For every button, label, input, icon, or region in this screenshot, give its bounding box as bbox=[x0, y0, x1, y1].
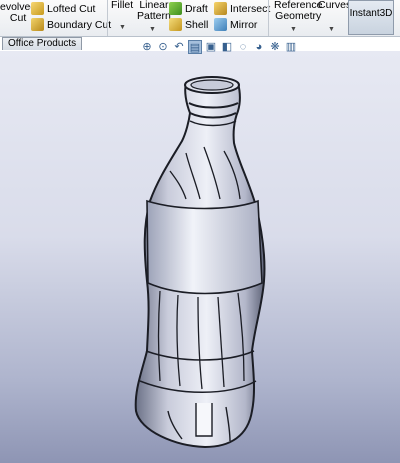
display-style-icon[interactable]: ◧ bbox=[220, 40, 234, 54]
apply-scene-icon[interactable]: ❋ bbox=[268, 40, 282, 54]
intersect-label: Intersect bbox=[230, 2, 271, 15]
fillet-button[interactable]: Fillet ▼ bbox=[111, 0, 134, 31]
intersect-button[interactable]: Intersect bbox=[214, 2, 270, 15]
zoom-to-fit-icon[interactable]: ⊕ bbox=[140, 40, 154, 54]
draft-icon bbox=[169, 2, 182, 15]
view-orientation-icon[interactable]: ▣ bbox=[204, 40, 218, 54]
instant3d-label: Instant3D bbox=[349, 8, 393, 19]
edit-appearance-icon[interactable]: ◕ bbox=[252, 40, 266, 54]
fillet-dropdown-icon[interactable]: ▼ bbox=[119, 22, 126, 33]
boundary-cut-label: Boundary Cut bbox=[47, 18, 112, 31]
heads-up-view-toolbar: ⊕ ⊙ ↶ ▤ ▣ ◧ ◌ ◕ ❋ ▥ bbox=[140, 38, 298, 56]
boundary-cut-button[interactable]: Boundary Cut bbox=[31, 18, 111, 31]
fillet-label: Fillet bbox=[111, 0, 134, 11]
reference-geometry-button[interactable]: Reference Geometry ▼ bbox=[274, 0, 322, 33]
ribbon-separator bbox=[268, 0, 269, 36]
view-settings-icon[interactable]: ▥ bbox=[284, 40, 298, 54]
curves-button[interactable]: Curves ▼ bbox=[318, 0, 352, 33]
tab-office-products-label: Office Products bbox=[8, 38, 77, 49]
draft-label: Draft bbox=[185, 2, 208, 15]
lofted-cut-icon bbox=[31, 2, 44, 15]
intersect-icon bbox=[214, 2, 227, 15]
linear-pattern-button[interactable]: Linear Pattern ▼ bbox=[137, 0, 171, 33]
instant3d-button[interactable]: Instant3D bbox=[348, 0, 394, 35]
shell-button[interactable]: Shell bbox=[169, 18, 208, 31]
curves-label: Curves bbox=[318, 0, 352, 11]
mirror-button[interactable]: Mirror bbox=[214, 18, 257, 31]
bottle-model[interactable] bbox=[0, 51, 400, 463]
reference-geometry-dropdown-icon[interactable]: ▼ bbox=[290, 24, 297, 35]
mirror-icon bbox=[214, 18, 227, 31]
lofted-cut-button[interactable]: Lofted Cut bbox=[31, 2, 95, 15]
shell-label: Shell bbox=[185, 18, 209, 31]
shell-icon bbox=[169, 18, 182, 31]
zoom-area-icon[interactable]: ⊙ bbox=[156, 40, 170, 54]
lofted-cut-label: Lofted Cut bbox=[47, 2, 96, 15]
curves-dropdown-icon[interactable]: ▼ bbox=[328, 24, 335, 35]
previous-view-icon[interactable]: ↶ bbox=[172, 40, 186, 54]
graphics-area[interactable] bbox=[0, 51, 400, 463]
linear-pattern-dropdown-icon[interactable]: ▼ bbox=[149, 24, 156, 35]
hide-show-icon[interactable]: ◌ bbox=[236, 40, 250, 54]
section-view-icon[interactable]: ▤ bbox=[188, 40, 202, 54]
reference-geometry-label-2: Geometry bbox=[275, 10, 322, 22]
draft-button[interactable]: Draft bbox=[169, 2, 208, 15]
boundary-cut-icon bbox=[31, 18, 44, 31]
ribbon-separator bbox=[107, 0, 108, 36]
linear-pattern-label-2: Pattern bbox=[137, 10, 171, 22]
tab-office-products[interactable]: Office Products bbox=[2, 37, 83, 50]
bottle-outline bbox=[134, 76, 266, 449]
features-ribbon: evolved Cut Lofted Cut Boundary Cut Fill… bbox=[0, 0, 400, 37]
mirror-label: Mirror bbox=[230, 18, 258, 31]
